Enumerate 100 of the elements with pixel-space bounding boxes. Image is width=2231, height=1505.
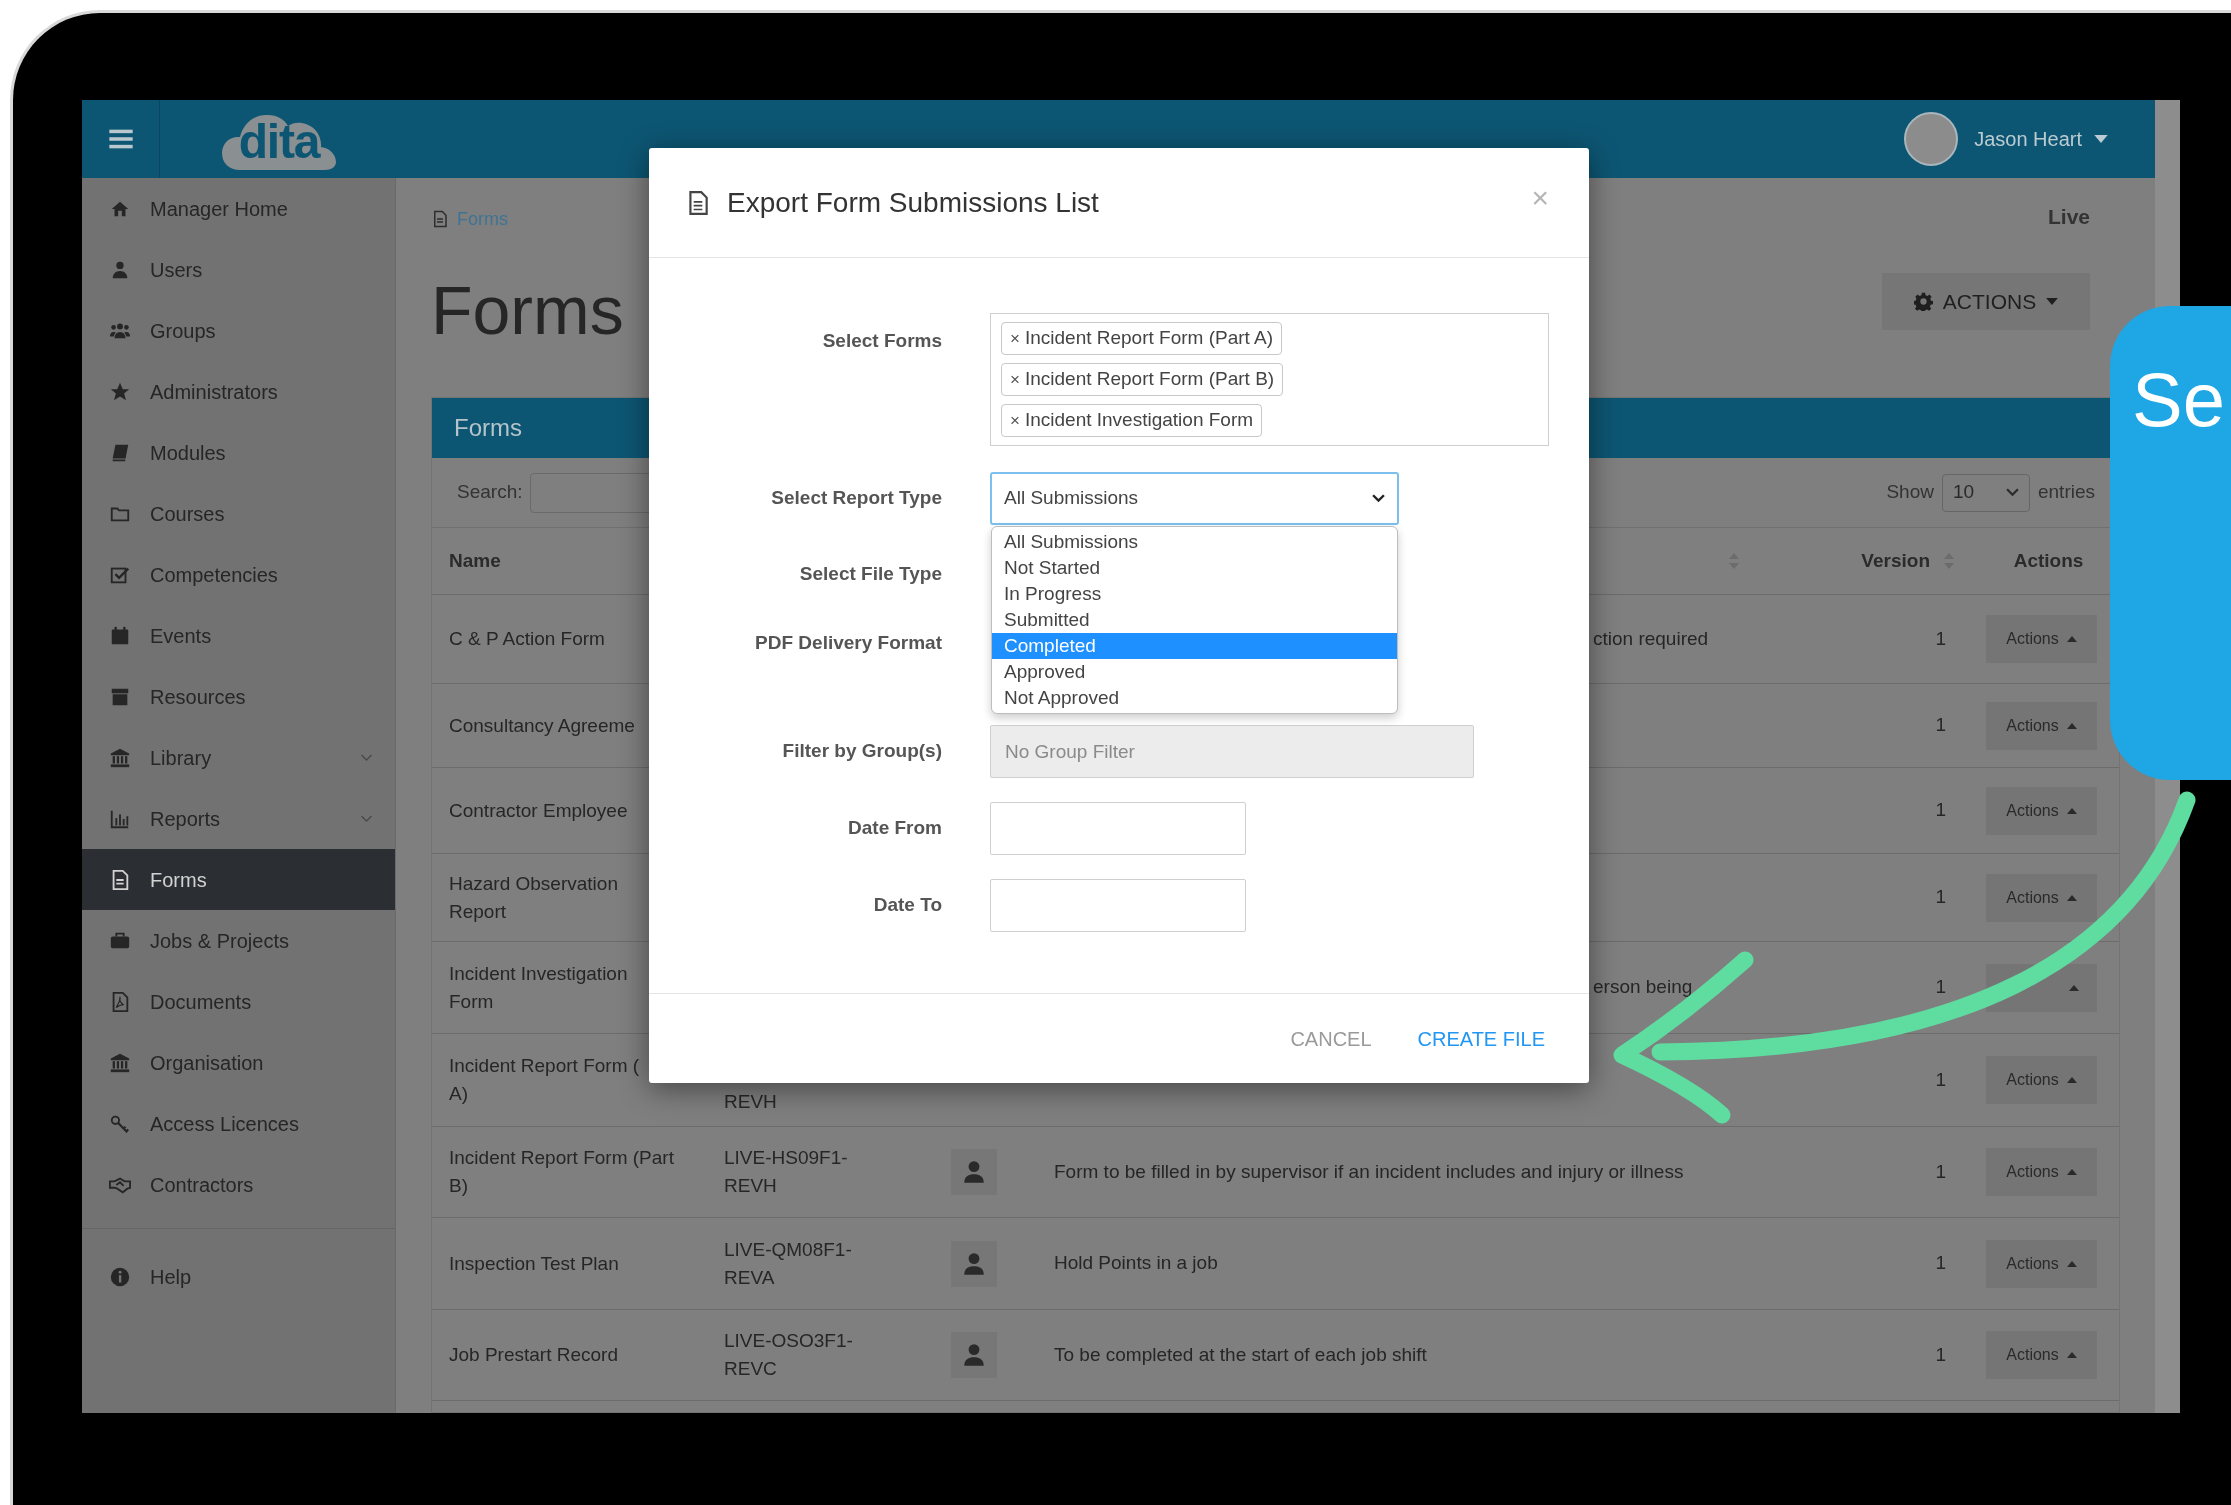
cancel-button[interactable]: CANCEL (1276, 1016, 1386, 1061)
callout-text: Se (2132, 357, 2225, 442)
form-name: Job Prestart Record (449, 1343, 618, 1367)
sidebar-item[interactable]: Jobs & Projects (82, 910, 395, 971)
chevron-down-icon (2005, 488, 2019, 497)
caret-up-icon (2066, 894, 2077, 901)
select-value: All Submissions (1004, 486, 1139, 511)
sidebar-item[interactable]: Courses (82, 483, 395, 544)
row-actions-button[interactable]: Actions (1986, 1331, 2097, 1379)
sidebar-label: Groups (150, 318, 217, 344)
form-description: ction required (1593, 626, 1709, 651)
version-number: 1 (1935, 798, 1946, 823)
search-label: Search: (457, 480, 523, 505)
form-description: To be completed at the start of each job shift (1054, 1342, 1427, 1367)
dropdown-option[interactable]: Approved (992, 659, 1397, 685)
version-number: 1 (1935, 1067, 1946, 1092)
dialog-title: Export Form Submissions List (727, 185, 1100, 220)
row-actions-button[interactable]: Actions (1986, 786, 2097, 835)
user-icon (961, 1250, 987, 1277)
sidebar-item[interactable]: Modules (82, 422, 395, 483)
sidebar-item[interactable]: Forms (82, 849, 395, 910)
dropdown-option[interactable]: All Submissions (992, 529, 1397, 555)
remove-tag-button[interactable]: × (1010, 366, 1020, 393)
chevron-down-icon (1372, 494, 1385, 503)
row-actions-button[interactable]: Actions (1986, 701, 2097, 750)
sidebar-item[interactable]: Help (82, 1246, 395, 1307)
sidebar-item[interactable]: Reports (82, 788, 395, 849)
sidebar-item[interactable]: Resources (82, 666, 395, 727)
tag-label: Incident Investigation Form (1024, 408, 1254, 433)
sidebar-item[interactable]: Organisation (82, 1032, 395, 1093)
document-icon (431, 210, 449, 228)
caret-up-icon (2066, 1260, 2077, 1267)
date-field[interactable] (990, 802, 1246, 855)
tag-label: Incident Report Form (Part B) (1024, 367, 1275, 392)
sidebar-item[interactable]: Administrators (82, 361, 395, 422)
caret-up-icon (2066, 1077, 2077, 1083)
row-actions-button[interactable]: Actions (1986, 1056, 2097, 1104)
sidebar-label: Access Licences (150, 1111, 300, 1137)
logo-text: dita (238, 118, 320, 166)
column-header: Actions (2013, 548, 2084, 573)
sidebar-item[interactable]: Groups (82, 300, 395, 361)
user-icon (961, 1159, 987, 1185)
form-description: erson being (1593, 975, 1693, 1000)
sidebar-label: Documents (150, 989, 253, 1015)
sidebar-item[interactable]: Events (82, 605, 395, 666)
forms-multiselect[interactable]: × Incident Report Form (Part A) × Incident Report Form (Part B) × Incident Investigation Form (990, 313, 1549, 446)
form-name: Incident Report Form ( A) (449, 1054, 640, 1106)
row-actions-button[interactable]: Actions (1986, 615, 2097, 663)
sidebar-label: Forms (150, 867, 208, 893)
dropdown-option[interactable]: In Progress (992, 581, 1397, 607)
report-type-select[interactable]: All Submissions (990, 472, 1399, 525)
form-code: LIVE-QM08F1- REVA (724, 1237, 852, 1290)
panel-title: Forms (454, 413, 522, 443)
settings-icon (1913, 292, 1933, 311)
sidebar-item[interactable]: Users (82, 239, 395, 300)
dropdown-option[interactable]: Completed (992, 633, 1397, 659)
caret-up-icon (2066, 807, 2077, 814)
entries-label: entries (2037, 480, 2095, 505)
row-actions-button[interactable]: Actions (1986, 1148, 2097, 1196)
version-number: 1 (1935, 713, 1946, 738)
form-description: Hold Points in a job (1054, 1251, 1218, 1276)
sidebar-item[interactable]: Manager Home (82, 178, 395, 239)
sidebar-item[interactable]: Documents (82, 971, 395, 1032)
dropdown-option[interactable]: Not Approved (992, 685, 1397, 711)
form-code: LIVE-HS09F1- REVH (724, 1146, 848, 1198)
sidebar-label: Library (150, 745, 213, 771)
sidebar-item[interactable]: Library (82, 727, 395, 788)
avatar (1904, 112, 1959, 166)
sidebar-label: Events (150, 623, 213, 649)
version-number: 1 (1935, 1342, 1946, 1367)
calendar-icon (109, 624, 131, 647)
sidebar-item[interactable]: Competencies (82, 544, 395, 605)
form-name: Consultancy Agreeme (449, 713, 635, 738)
remove-tag-button[interactable]: × (1010, 407, 1020, 434)
sidebar-label: Modules (150, 440, 227, 466)
sidebar-label: Jobs & Projects (150, 928, 290, 954)
environment-label: Live (2047, 204, 2090, 227)
remove-tag-button[interactable]: × (1010, 325, 1020, 352)
field-label: PDF Delivery Format (754, 631, 942, 656)
form-description: Form to be filled in by supervisor if an incident includes and injury or illness (1054, 1159, 1684, 1184)
sidebar-item[interactable]: Contractors (82, 1154, 395, 1215)
row-actions-button[interactable]: Actions (1986, 1239, 2097, 1288)
dropdown-option[interactable]: Submitted (992, 607, 1397, 633)
row-actions-button[interactable]: Actions (1986, 873, 2097, 922)
actions-button[interactable]: ACTIONS (1882, 273, 2090, 330)
date-field[interactable] (990, 879, 1246, 932)
sidebar-label: Contractors (150, 1172, 255, 1198)
close-button[interactable]: × (1531, 182, 1549, 213)
field-label: Filter by Group(s) (781, 739, 942, 764)
sidebar-item[interactable]: Access Licences (82, 1093, 395, 1154)
form-name: Incident Investigation Form (449, 961, 628, 1014)
user-menu[interactable]: Jason Heart (1904, 112, 2108, 166)
page-size-select[interactable]: 10 (1941, 473, 2030, 512)
dropdown-option[interactable]: Not Started (992, 555, 1397, 581)
form-code: LIVE-OSO3F1- REVC (724, 1329, 853, 1381)
form-name: Hazard Observation Report (449, 871, 618, 924)
sidebar-label: Resources (150, 684, 247, 710)
sidebar-label: Help (150, 1264, 193, 1290)
sidebar-label: Manager Home (150, 196, 289, 222)
create-file-button[interactable]: CREATE FILE (1403, 1016, 1559, 1061)
